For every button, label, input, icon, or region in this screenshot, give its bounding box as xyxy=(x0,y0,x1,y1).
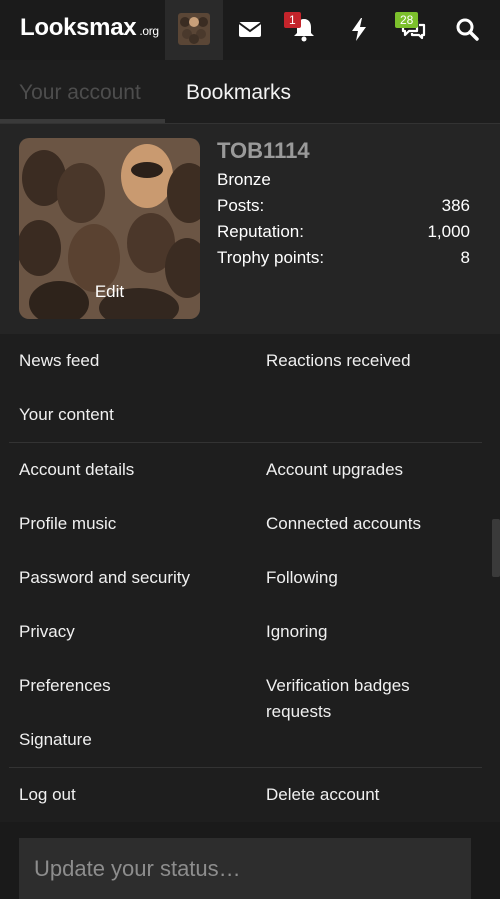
stat-posts: Posts: 386 xyxy=(217,196,470,216)
menu-verification-badges[interactable]: Verification badges requests xyxy=(266,673,466,725)
tab-bookmarks[interactable]: Bookmarks xyxy=(186,81,291,105)
tab-indicator xyxy=(0,119,165,123)
menu-news-feed[interactable]: News feed xyxy=(19,348,99,374)
menu-preferences[interactable]: Preferences xyxy=(19,673,111,699)
tab-your-account[interactable]: Your account xyxy=(19,81,141,105)
menu-ignoring[interactable]: Ignoring xyxy=(266,619,481,645)
username[interactable]: TOB1114 xyxy=(217,138,310,164)
menu-following[interactable]: Following xyxy=(266,565,481,591)
menu-divider xyxy=(9,442,482,443)
logo-text: Looksmax xyxy=(20,14,137,41)
menu-password-security[interactable]: Password and security xyxy=(19,565,190,591)
avatar[interactable]: Edit xyxy=(19,138,200,319)
stat-value: 386 xyxy=(441,196,470,215)
envelope-icon[interactable] xyxy=(236,15,264,43)
avatar-edit-label[interactable]: Edit xyxy=(19,282,200,302)
alerts-count-badge: 1 xyxy=(284,12,301,28)
site-logo[interactable]: Looksmax .org xyxy=(20,14,159,42)
menu-account-upgrades[interactable]: Account upgrades xyxy=(266,457,481,483)
menu-delete-account[interactable]: Delete account xyxy=(266,782,481,808)
logo-suffix: .org xyxy=(139,24,159,38)
stat-label: Reputation: xyxy=(217,222,304,241)
account-tabs: Your account Bookmarks xyxy=(0,66,500,124)
status-input[interactable] xyxy=(19,838,471,899)
menu-privacy[interactable]: Privacy xyxy=(19,619,75,645)
menu-signature[interactable]: Signature xyxy=(19,727,92,753)
top-navigation-bar: Looksmax .org 1 28 xyxy=(0,0,500,60)
avatar-thumbnail xyxy=(178,13,210,45)
menu-reactions-received[interactable]: Reactions received xyxy=(266,348,481,374)
profile-summary: Edit TOB1114 Bronze Posts: 386 Reputatio… xyxy=(0,124,500,334)
scrollbar-thumb[interactable] xyxy=(492,519,500,577)
conversations-count-badge: 28 xyxy=(395,12,419,28)
search-icon[interactable] xyxy=(453,15,481,43)
account-menu: News feed Reactions received Your conten… xyxy=(0,334,500,822)
user-avatar-button[interactable] xyxy=(178,13,210,45)
stat-label: Trophy points: xyxy=(217,248,325,267)
stat-value: 1,000 xyxy=(427,222,470,241)
bolt-icon[interactable] xyxy=(345,15,373,43)
menu-profile-music[interactable]: Profile music xyxy=(19,511,116,537)
menu-connected-accounts[interactable]: Connected accounts xyxy=(266,511,481,537)
menu-divider xyxy=(9,767,482,768)
menu-your-content[interactable]: Your content xyxy=(19,402,114,428)
stat-value: 8 xyxy=(460,248,470,267)
status-update-area xyxy=(0,822,500,899)
stat-trophy-points: Trophy points: 8 xyxy=(217,248,470,268)
menu-account-details[interactable]: Account details xyxy=(19,457,134,483)
stat-label: Posts: xyxy=(217,196,265,215)
user-rank: Bronze xyxy=(217,170,271,189)
stat-reputation: Reputation: 1,000 xyxy=(217,222,470,242)
menu-log-out[interactable]: Log out xyxy=(19,782,76,808)
